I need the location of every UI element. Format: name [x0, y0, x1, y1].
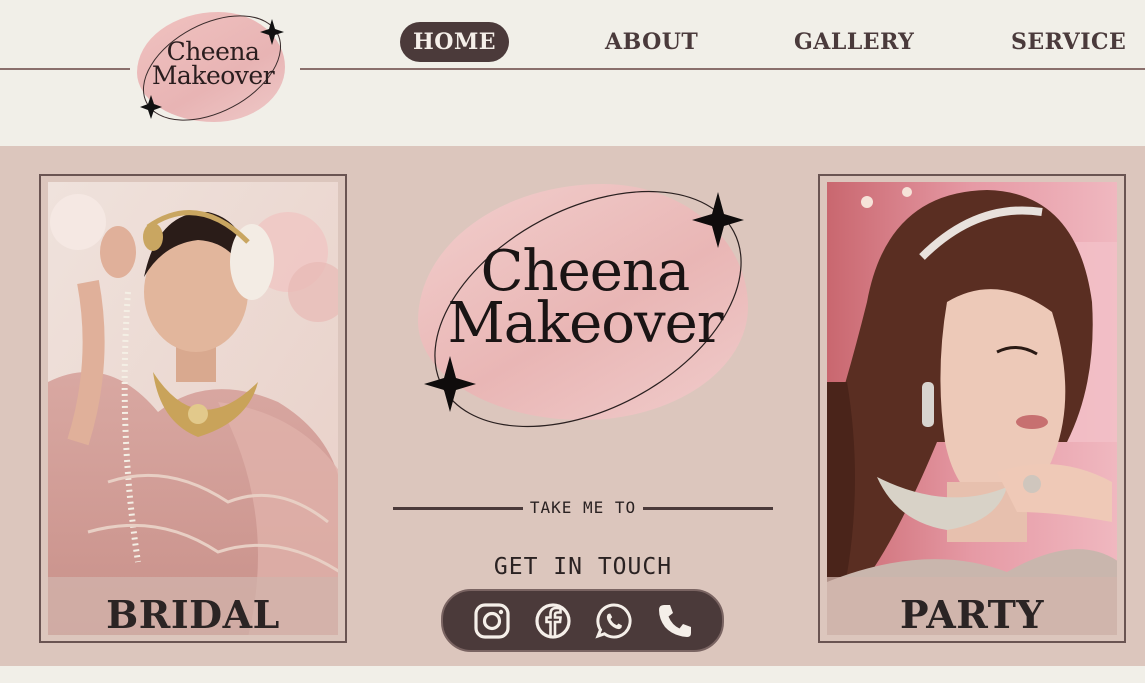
whatsapp-icon[interactable]: [595, 602, 633, 640]
hero-logo-text: Cheena Makeover: [430, 244, 740, 356]
hero-logo-line-2: Makeover: [447, 291, 723, 356]
phone-icon[interactable]: [656, 602, 694, 640]
site-header: Cheena Makeover HOME ABOUT GALLERY SERVI…: [0, 0, 1145, 146]
party-card[interactable]: PARTY: [818, 174, 1126, 643]
nav-service[interactable]: SERVICE: [1011, 22, 1126, 62]
take-me-to-divider: TAKE ME TO: [393, 498, 773, 518]
party-image: [827, 182, 1117, 635]
nav-gallery[interactable]: GALLERY: [794, 22, 914, 62]
sparkle-icon: [424, 356, 476, 412]
bridal-photo: [48, 182, 338, 635]
footer-strip: [0, 666, 1145, 683]
bridal-card[interactable]: BRIDAL: [39, 174, 347, 643]
logo-line-2: Makeover: [151, 61, 275, 90]
bridal-image: [48, 182, 338, 635]
social-bar: [441, 589, 724, 652]
main-nav: HOME ABOUT GALLERY SERVICE: [0, 22, 1145, 64]
get-in-touch-heading: GET IN TOUCH: [493, 554, 673, 580]
party-photo: [827, 182, 1117, 635]
hero-section: BRIDAL Cheena Makeover TAKE ME TO GET IN…: [0, 146, 1145, 666]
sparkle-icon: [692, 192, 744, 248]
sparkle-icon: [140, 95, 162, 119]
hero-logo: Cheena Makeover: [410, 166, 760, 436]
take-me-to-label: TAKE ME TO: [523, 498, 643, 517]
facebook-icon[interactable]: [534, 602, 572, 640]
bridal-caption: BRIDAL: [106, 592, 280, 637]
party-caption: PARTY: [899, 592, 1045, 637]
nav-home[interactable]: HOME: [400, 22, 510, 62]
instagram-icon[interactable]: [473, 602, 511, 640]
nav-about[interactable]: ABOUT: [605, 22, 698, 62]
